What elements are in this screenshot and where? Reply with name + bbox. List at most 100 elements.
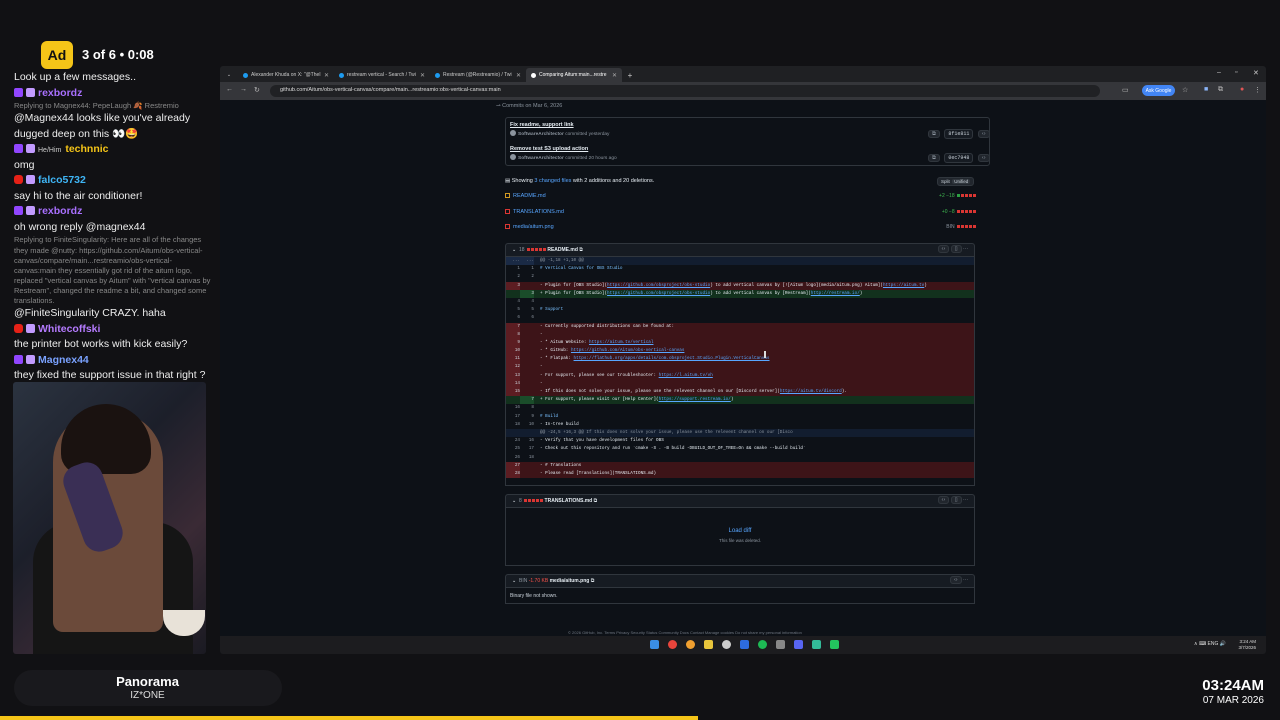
changed-file-row[interactable]: README.md [505, 193, 546, 199]
old-line-number[interactable]: 28 [506, 469, 520, 479]
commit-row[interactable]: Remove test S3 upload action SoftwareArc… [510, 146, 617, 161]
diff-link[interactable]: https://l.aitum.tv/vh [659, 373, 713, 378]
copy-icon[interactable]: ⧉ [928, 154, 940, 162]
old-line-number[interactable]: 17 [506, 413, 520, 421]
reload-icon[interactable]: ↻ [254, 86, 260, 94]
more-options-icon[interactable]: ··· [963, 497, 968, 503]
file-name[interactable]: media/aitum.png [550, 578, 590, 584]
settings-gear-icon[interactable] [722, 640, 731, 649]
diff-link[interactable]: https://aitum.tv/discord [780, 389, 842, 394]
old-line-number[interactable]: 15 [506, 388, 520, 397]
diff-hunk-header[interactable]: ...... @@ -1,18 +1,10 @@ [506, 257, 974, 266]
old-line-number[interactable]: 14 [506, 379, 520, 389]
commit-sha[interactable]: 8f1e811 [944, 129, 974, 139]
diff-link[interactable]: https://github.com/obsproject/obs-studio [607, 291, 710, 296]
copy-icon[interactable]: ⧉ [928, 130, 940, 138]
close-icon[interactable]: ✕ [612, 72, 617, 79]
old-line-number[interactable]: 8 [506, 330, 520, 339]
file-explorer-icon[interactable] [704, 640, 713, 649]
new-line-number[interactable]: 17 [520, 445, 534, 453]
diff-link[interactable]: https://github.com/obsproject/obs-studio [607, 283, 710, 288]
system-clock[interactable]: 3:24 AM 3/7/2026 [1238, 639, 1256, 651]
app-icon[interactable] [812, 640, 821, 649]
new-line-number[interactable]: 16 [520, 437, 534, 445]
new-line-number[interactable]: 5 [520, 306, 534, 314]
extensions-puzzle-icon[interactable]: ⧉ [1218, 86, 1223, 94]
browse-code-icon[interactable]: ‹› [977, 130, 990, 138]
load-diff-button[interactable]: Load diff [506, 528, 974, 534]
new-line-number[interactable]: 2 [520, 273, 534, 281]
new-line-number[interactable]: 9 [520, 413, 534, 421]
old-line-number[interactable]: 3 [506, 281, 520, 290]
forward-icon[interactable]: → [240, 86, 247, 93]
commit-sha[interactable]: 0ec7948 [944, 153, 974, 163]
changed-files-link[interactable]: 3 changed files [534, 178, 571, 184]
url-input[interactable]: github.com/Aitum/obs-vertical-canvas/com… [270, 85, 1100, 97]
menu-dots-icon[interactable]: ⋮ [1254, 86, 1261, 94]
old-line-number[interactable]: 4 [506, 298, 520, 306]
new-line-number[interactable]: 7 [520, 396, 534, 405]
maximize-icon[interactable]: ▫ [1235, 69, 1237, 76]
new-tab-button[interactable]: + [624, 68, 636, 82]
username[interactable]: rexbordz [38, 87, 82, 99]
close-icon[interactable]: ✕ [324, 72, 329, 79]
back-icon[interactable]: ← [226, 86, 233, 93]
diff-link[interactable]: https://support.restream.io/ [659, 397, 731, 402]
commit-author[interactable]: SoftwareArchitector [518, 132, 564, 137]
code-view-icon[interactable]: ‹› [937, 496, 950, 504]
old-line-number[interactable]: 27 [506, 461, 520, 470]
cast-icon[interactable]: ▭ [1122, 86, 1129, 94]
chrome-icon[interactable] [668, 640, 677, 649]
tab-search-icon[interactable]: ⌄ [224, 68, 234, 82]
app-icon[interactable] [830, 640, 839, 649]
old-line-number[interactable]: 9 [506, 338, 520, 348]
commit-author[interactable]: SoftwareArchitector [518, 156, 564, 161]
more-options-icon[interactable]: ··· [963, 246, 968, 252]
profile-icon[interactable]: ● [1240, 86, 1244, 93]
chevron-down-icon[interactable]: ⌄ [512, 247, 516, 253]
old-line-number[interactable]: 12 [506, 363, 520, 372]
chevron-down-icon[interactable]: ⌄ [512, 578, 516, 584]
windows-start-icon[interactable] [650, 640, 659, 649]
copy-path-icon[interactable]: ⧉ [594, 498, 598, 504]
diff-link[interactable]: http://restream.io/ [811, 291, 860, 296]
new-line-number[interactable]: 18 [520, 454, 534, 462]
diff-link[interactable]: https://flathub.org/apps/details/com.obs… [574, 356, 770, 361]
tab-2[interactable]: restream vertical - Search / Twi ✕ [334, 68, 430, 82]
file-view-icon[interactable]: ▯ [950, 496, 962, 504]
username[interactable]: Magnex44 [38, 354, 89, 366]
copy-path-icon[interactable]: ⧉ [591, 578, 595, 584]
old-line-number[interactable]: 2 [506, 273, 520, 281]
old-line-number[interactable]: 16 [506, 404, 520, 412]
diff-link[interactable]: https://github.com/Aitum/obs-vertical-ca… [571, 348, 684, 353]
close-icon[interactable]: ✕ [420, 72, 425, 79]
bookmark-star-icon[interactable]: ☆ [1182, 86, 1188, 94]
app-icon[interactable] [740, 640, 749, 649]
diff-link[interactable]: https://aitum.tv [883, 283, 924, 288]
old-line-number[interactable]: 10 [506, 347, 520, 356]
more-options-icon[interactable]: ··· [963, 577, 968, 583]
new-line-number[interactable]: 1 [520, 265, 534, 273]
username[interactable]: falco5732 [38, 174, 86, 186]
old-line-number[interactable]: 13 [506, 371, 520, 380]
chevron-down-icon[interactable]: ⌄ [512, 498, 516, 504]
changed-file-row[interactable]: media/aitum.png [505, 224, 554, 230]
discord-icon[interactable] [794, 640, 803, 649]
file-link[interactable]: TRANSLATIONS.md [513, 209, 564, 215]
old-line-number[interactable]: 18 [506, 421, 520, 429]
new-line-number[interactable]: 8 [520, 404, 534, 412]
diff-link[interactable]: https://aitum.tv/vertical [589, 340, 653, 345]
new-line-number[interactable]: 6 [520, 314, 534, 322]
file-link[interactable]: media/aitum.png [513, 224, 554, 230]
diff-hunk-header[interactable]: @@ -24,5 +16,3 @@ If this does not solve… [506, 428, 974, 438]
username[interactable]: technnic [65, 143, 108, 155]
commit-title[interactable]: Fix readme, support link [510, 122, 609, 128]
old-line-number[interactable]: 1 [506, 265, 520, 273]
extension-icon[interactable]: ■ [1204, 86, 1208, 93]
username[interactable]: Whitecoffski [38, 323, 100, 335]
firefox-icon[interactable] [686, 640, 695, 649]
ask-google-button[interactable]: Ask Google [1142, 85, 1175, 96]
code-view-icon[interactable]: ‹› [937, 245, 950, 253]
new-line-number[interactable]: 3 [520, 289, 534, 298]
old-line-number[interactable]: ... [506, 257, 520, 266]
